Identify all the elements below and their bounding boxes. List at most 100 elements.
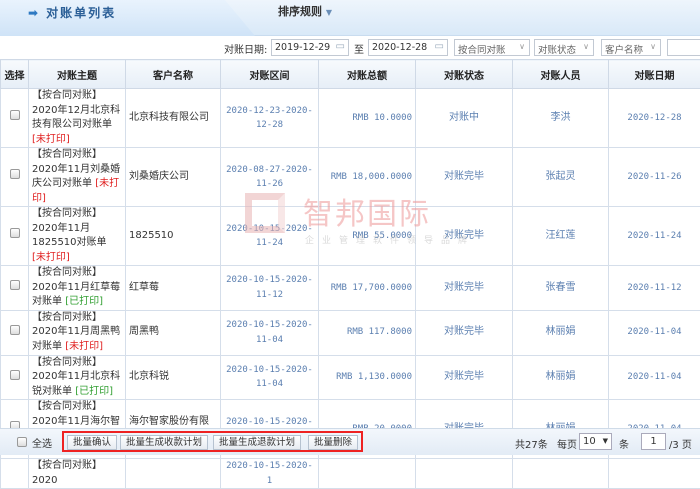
customer-select[interactable]: 客户名称 ∨ [601,39,661,56]
subject-link[interactable]: 【按合同对账】2020年12月北京科技有限公司对账单 [32,90,120,130]
subject-cell[interactable]: 【按合同对账】2020年12月北京科技有限公司对账单 [未打印] [29,89,126,148]
interval-cell: 2020-10-15-2020-1 [221,459,319,489]
subject-link[interactable]: 【按合同对账】2020年11月1825510对账单 [32,208,107,248]
interval-cell: 2020-08-27-2020-11-26 [221,148,319,207]
row-select-cell [1,266,29,311]
row-checkbox[interactable] [10,110,20,120]
customer-cell: 北京科技有限公司 [126,89,221,148]
per-page-select[interactable]: 10▼ [579,433,612,450]
row-select-cell [1,310,29,355]
type-select-value: 按合同对账 [458,45,506,56]
column-header-customer[interactable]: 客户名称 [126,60,221,89]
total-count: 共27条 [515,436,548,451]
batch-receipt-plan-button[interactable]: 批量生成收款计划 [120,435,208,450]
table-row[interactable]: 【按合同对账】2020年11月1825510对账单 [未打印] 1825510 … [1,207,700,266]
status-select-value: 对账状态 [538,45,576,56]
page-input[interactable]: 1 [641,433,666,450]
status-cell: 对账完毕 [416,266,513,311]
row-checkbox[interactable] [10,228,20,238]
date-cell: 2020-11-04 [609,310,700,355]
page-total: /3 页 [669,436,692,451]
date-to-input[interactable]: 2020-12-28 ▭ [368,39,448,56]
date-label: 对账日期: [224,41,267,56]
row-checkbox[interactable] [10,325,20,335]
caret-down-icon: ▼ [603,437,608,445]
batch-refund-plan-button[interactable]: 批量生成退款计划 [213,435,301,450]
table-row[interactable]: 【按合同对账】2020年12月北京科技有限公司对账单 [未打印] 北京科技有限公… [1,89,700,148]
select-all-label[interactable]: 全选 [32,435,52,450]
subject-cell[interactable]: 【按合同对账】2020年11月1825510对账单 [未打印] [29,207,126,266]
row-select-cell [1,355,29,400]
person-cell: 汪红莲 [513,207,609,266]
to-label: 至 [354,41,364,56]
subject-cell[interactable]: 【按合同对账】2020年11月刘桑婚庆公司对账单 [未打印] [29,148,126,207]
person-cell [513,459,609,489]
table-row[interactable]: 【按合同对账】2020年11月北京科锐对账单 [已打印] 北京科锐 2020-1… [1,355,700,400]
table-row[interactable]: 【按合同对账】2020年11月刘桑婚庆公司对账单 [未打印] 刘桑婚庆公司 20… [1,148,700,207]
status-cell: 对账完毕 [416,355,513,400]
column-header-interval[interactable]: 对账区间 [221,60,319,89]
subject-cell[interactable]: 【按合同对账】2020年11月红草莓对账单 [已打印] [29,266,126,311]
column-header-select[interactable]: 选择 [1,60,29,89]
subject-cell[interactable]: 【按合同对账】2020 [29,459,126,489]
subject-cell[interactable]: 【按合同对账】2020年11月北京科锐对账单 [已打印] [29,355,126,400]
subject-link[interactable]: 【按合同对账】2020 [32,460,102,486]
table-row[interactable]: 【按合同对账】2020年11月周黑鸭对账单 [未打印] 周黑鸭 2020-10-… [1,310,700,355]
amount-cell: RMB 10.0000 [319,89,416,148]
chevron-down-icon: ∨ [650,42,656,51]
print-status: [未打印] [32,134,70,145]
status-cell: 对账中 [416,89,513,148]
calendar-icon[interactable]: ▭ [435,41,444,52]
per-page-label: 每页 [557,436,577,451]
chevron-down-icon: ∨ [519,42,525,51]
batch-confirm-button[interactable]: 批量确认 [67,435,117,450]
status-cell: 对账完毕 [416,148,513,207]
calendar-icon[interactable]: ▭ [336,41,345,52]
row-checkbox[interactable] [10,169,20,179]
column-header-subject[interactable]: 对账主题 [29,60,126,89]
date-cell: 2020-11-04 [609,355,700,400]
subject-cell[interactable]: 【按合同对账】2020年11月周黑鸭对账单 [未打印] [29,310,126,355]
date-from-value: 2019-12-29 [275,42,330,53]
table-row[interactable]: 【按合同对账】2020年11月红草莓对账单 [已打印] 红草莓 2020-10-… [1,266,700,311]
customer-cell: 周黑鸭 [126,310,221,355]
search-input[interactable] [667,39,700,56]
print-status: [未打印] [32,252,70,263]
row-select-cell [1,89,29,148]
batch-delete-button[interactable]: 批量删除 [308,435,358,450]
date-to-value: 2020-12-28 [372,42,427,53]
column-header-date[interactable]: 对账日期 [609,60,700,89]
column-header-amount[interactable]: 对账总额 [319,60,416,89]
status-cell [416,459,513,489]
row-checkbox[interactable] [10,370,20,380]
customer-cell: 刘桑婚庆公司 [126,148,221,207]
print-status: [未打印] [65,341,103,352]
date-from-input[interactable]: 2019-12-29 ▭ [271,39,349,56]
amount-cell [319,459,416,489]
batch-actions-group: 批量确认 批量生成收款计划 批量生成退款计划 批量删除 [62,431,363,452]
select-all-checkbox[interactable] [17,437,27,447]
row-select-cell [1,148,29,207]
row-checkbox[interactable] [10,280,20,290]
interval-cell: 2020-10-15-2020-11-24 [221,207,319,266]
customer-cell: 1825510 [126,207,221,266]
footer-bar: 全选 批量确认 批量生成收款计划 批量生成退款计划 批量删除 共27条 每页 1… [0,428,700,455]
status-select[interactable]: 对账状态∨ [534,39,594,56]
interval-cell: 2020-10-15-2020-11-04 [221,310,319,355]
sort-rule-dropdown[interactable]: 排序规则 ▼ [278,3,332,19]
filter-bar: 对账日期: 2019-12-29 ▭ 至 2020-12-28 ▭ 按合同对账 ∨ 对… [0,38,700,58]
customer-cell [126,459,221,489]
table-header: 选择对账主题客户名称对账区间对账总额对账状态对账人员对账日期 [1,60,700,89]
type-select[interactable]: 按合同对账 ∨ [454,39,530,56]
customer-select-value: 客户名称 [605,45,643,56]
column-header-status[interactable]: 对账状态 [416,60,513,89]
customer-cell: 红草莓 [126,266,221,311]
column-header-person[interactable]: 对账人员 [513,60,609,89]
interval-cell: 2020-10-15-2020-11-12 [221,266,319,311]
person-cell: 张春雪 [513,266,609,311]
table-row[interactable]: 【按合同对账】2020 2020-10-15-2020-1 [1,459,700,489]
date-cell: 2020-11-12 [609,266,700,311]
statement-table: 选择对账主题客户名称对账区间对账总额对账状态对账人员对账日期 【按合同对账】20… [0,59,700,489]
person-cell: 张起灵 [513,148,609,207]
amount-cell: RMB 18,000.0000 [319,148,416,207]
